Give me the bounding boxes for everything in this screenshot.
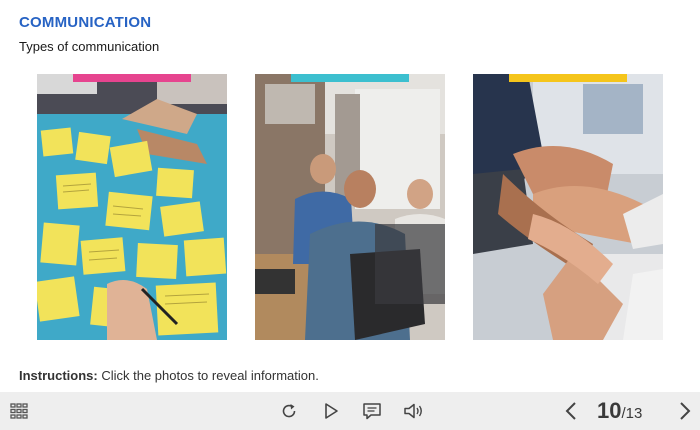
photo-office-meeting[interactable] xyxy=(255,74,445,340)
play-icon[interactable] xyxy=(320,392,342,430)
instructions-text: Click the photos to reveal information. xyxy=(97,368,319,383)
sticky-notes-image xyxy=(37,74,227,340)
instructions-label: Instructions: xyxy=(19,368,98,383)
total-pages: /13 xyxy=(621,404,643,422)
chevron-left-icon[interactable] xyxy=(560,392,582,430)
joined-hands-image xyxy=(473,74,663,340)
player-toolbar: 10 /13 xyxy=(0,392,700,430)
chevron-right-icon[interactable] xyxy=(674,392,696,430)
photo-sticky-notes[interactable] xyxy=(37,74,227,340)
photo-joined-hands[interactable] xyxy=(473,74,663,340)
current-page: 10 xyxy=(597,398,622,423)
transcript-icon[interactable] xyxy=(360,392,384,430)
grid-menu-icon[interactable] xyxy=(8,392,30,430)
photo-tag-teal xyxy=(291,74,409,82)
office-meeting-image xyxy=(255,74,445,340)
replay-icon[interactable] xyxy=(278,392,300,430)
photo-tag-pink xyxy=(73,74,191,82)
photo-tag-yellow xyxy=(509,74,627,82)
page-subtitle: Types of communication xyxy=(19,39,160,54)
page-counter: 10 /13 xyxy=(597,392,642,430)
page-title: COMMUNICATION xyxy=(19,14,152,31)
instructions: Instructions: Click the photos to reveal… xyxy=(19,368,319,383)
audio-icon[interactable] xyxy=(402,392,426,430)
